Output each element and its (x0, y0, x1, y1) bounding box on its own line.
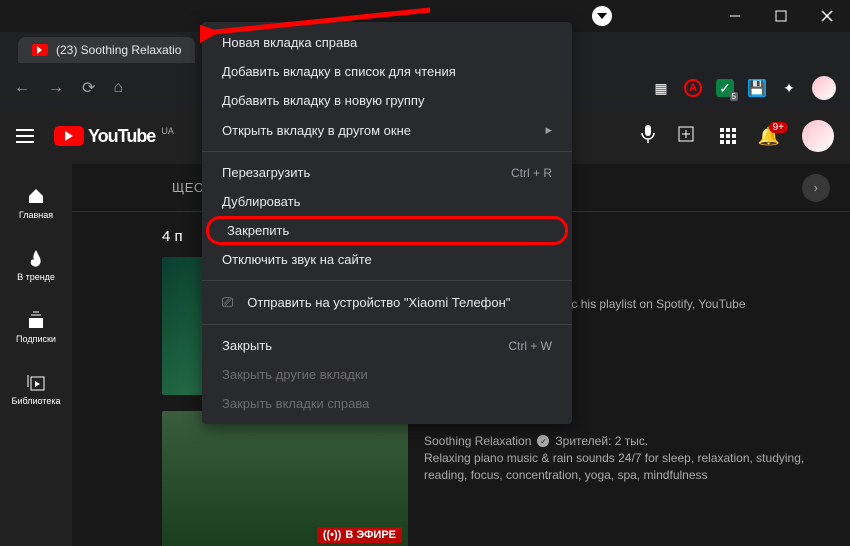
ctx-cast[interactable]: ⎚Отправить на устройство "Xiaomi Телефон… (202, 287, 572, 318)
maximize-button[interactable] (758, 0, 804, 32)
video-description: Relaxing piano music & rain sounds 24/7 … (424, 450, 834, 484)
verified-icon: ✓ (537, 435, 549, 447)
menu-button[interactable] (16, 129, 34, 143)
sidebar-library[interactable]: Библиотека (0, 358, 72, 420)
youtube-logo-icon (54, 126, 84, 146)
ctx-duplicate[interactable]: Дублировать (202, 187, 572, 216)
voice-search-button[interactable] (640, 124, 656, 149)
adblock-icon[interactable]: A (684, 79, 702, 97)
user-avatar[interactable] (802, 120, 834, 152)
tabs-next-arrow[interactable]: › (802, 174, 830, 202)
divider (202, 280, 572, 281)
submenu-arrow-icon: ▸ (545, 122, 552, 138)
notification-badge: 9+ (769, 122, 788, 133)
notifications-button[interactable]: 🔔9+ (758, 126, 780, 147)
create-button[interactable] (678, 126, 698, 147)
sidebar-subscriptions[interactable]: Подписки (0, 296, 72, 358)
back-button[interactable]: ← (14, 79, 30, 97)
ctx-add-to-group[interactable]: Добавить вкладку в новую группу (202, 86, 572, 115)
tab-title: (23) Soothing Relaxatio (56, 43, 181, 57)
ctx-add-reading-list[interactable]: Добавить вкладку в список для чтения (202, 57, 572, 86)
youtube-favicon (32, 44, 48, 56)
video-thumbnail[interactable]: ((•)) В ЭФИРЕ (162, 411, 408, 546)
ctx-open-in-window[interactable]: Открыть вкладку в другом окне▸ (202, 115, 572, 145)
forward-button[interactable]: → (48, 79, 64, 97)
live-badge: ((•)) В ЭФИРЕ (317, 527, 402, 543)
ctx-mute[interactable]: Отключить звук на сайте (202, 245, 572, 274)
video-row[interactable]: ((•)) В ЭФИРЕ Rain Sounds Soothing Relax… (162, 411, 850, 546)
ctx-pin[interactable]: Закрепить (206, 216, 568, 245)
divider (202, 324, 572, 325)
sidebar-trending[interactable]: В тренде (0, 234, 72, 296)
home-button[interactable]: ⌂ (113, 79, 123, 97)
youtube-sidebar: Главная В тренде Подписки Библиотека (0, 164, 72, 546)
annotation-arrow (200, 4, 440, 44)
divider (202, 151, 572, 152)
ctx-close[interactable]: ЗакрытьCtrl + W (202, 331, 572, 360)
extension-save-icon[interactable]: 💾 (748, 79, 766, 97)
minimize-button[interactable] (712, 0, 758, 32)
video-channel[interactable]: Soothing Relaxation ✓ Зрителей: 2 тыс. (424, 434, 834, 448)
browser-profile-avatar[interactable] (812, 76, 836, 100)
ctx-close-others: Закрыть другие вкладки (202, 360, 572, 389)
close-window-button[interactable] (804, 0, 850, 32)
extension-icon[interactable]: ▦ (652, 79, 670, 97)
extensions-puzzle-icon[interactable]: ✦ (780, 79, 798, 97)
apps-button[interactable] (720, 128, 736, 144)
ctx-close-right: Закрыть вкладки справа (202, 389, 572, 418)
youtube-logo[interactable]: YouTube UA (54, 126, 174, 147)
opera-menu-icon[interactable] (592, 6, 612, 26)
sidebar-home[interactable]: Главная (0, 172, 72, 234)
browser-tab[interactable]: (23) Soothing Relaxatio (18, 37, 195, 63)
reload-button[interactable]: ⟳ (82, 78, 95, 98)
tab-context-menu: Новая вкладка справа Добавить вкладку в … (202, 22, 572, 424)
extension-shield-icon[interactable]: ✓ (716, 79, 734, 97)
cast-icon: ⎚ (222, 294, 233, 310)
ctx-reload[interactable]: ПерезагрузитьCtrl + R (202, 158, 572, 187)
